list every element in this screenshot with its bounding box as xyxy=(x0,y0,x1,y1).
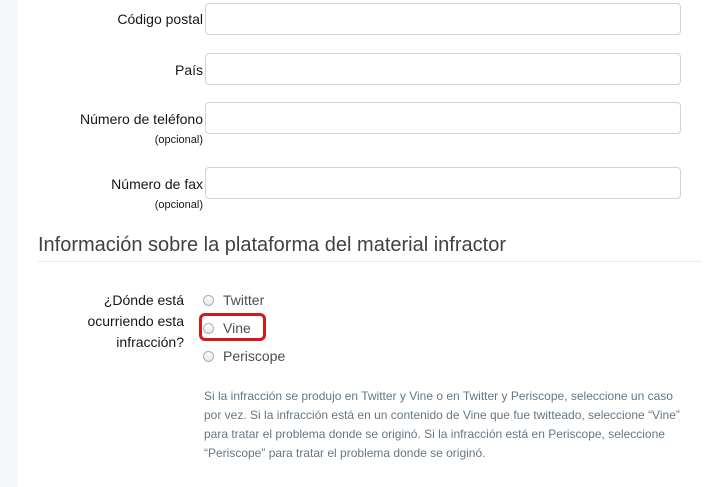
radio-option-twitter[interactable]: Twitter xyxy=(203,290,264,310)
fax-input[interactable] xyxy=(205,167,681,199)
radio-circle-icon[interactable] xyxy=(203,350,214,362)
vine-highlight-box xyxy=(199,313,266,341)
platform-help-text: Si la infracción se produjo en Twitter y… xyxy=(204,389,680,460)
country-label: País xyxy=(174,62,203,78)
radio-label-twitter: Twitter xyxy=(223,292,265,308)
phone-label: Número de teléfono xyxy=(80,111,203,127)
form-page: Código postal País Número de teléfono (o… xyxy=(18,0,718,487)
phone-label-block: Número de teléfono (opcional) xyxy=(80,110,203,148)
postal-code-input[interactable] xyxy=(205,3,681,35)
phone-input[interactable] xyxy=(205,102,681,134)
country-input[interactable] xyxy=(205,53,681,85)
fax-optional-note: (opcional) xyxy=(154,199,203,211)
platform-section-title: Información sobre la plataforma del mate… xyxy=(38,234,506,256)
radio-circle-icon[interactable] xyxy=(203,294,214,306)
postal-code-label: Código postal xyxy=(117,11,203,27)
radio-label-periscope: Periscope xyxy=(223,348,286,364)
fax-label-block: Número de fax (opcional) xyxy=(111,175,203,213)
platform-question-label: ¿Dónde está ocurriendo esta infracción? xyxy=(87,292,184,350)
fax-label: Número de fax xyxy=(111,176,203,192)
section-divider xyxy=(38,261,702,262)
radio-option-periscope[interactable]: Periscope xyxy=(203,346,285,366)
phone-optional-note: (opcional) xyxy=(154,134,203,146)
